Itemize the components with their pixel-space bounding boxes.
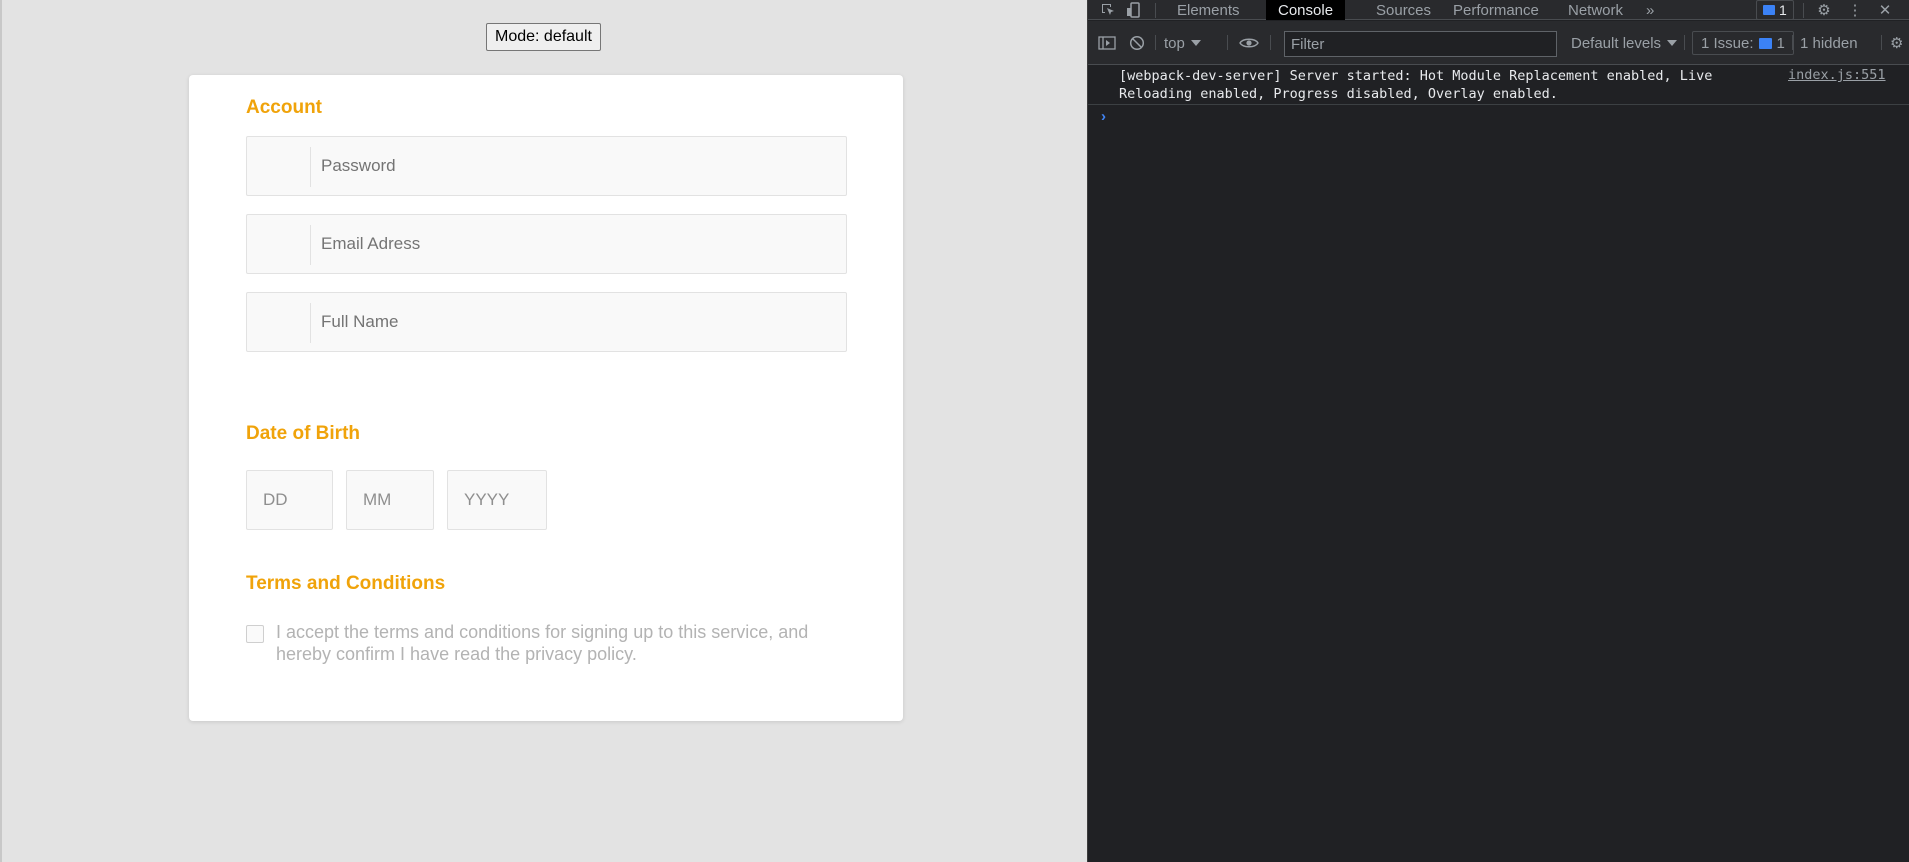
- password-placeholder: Password: [321, 156, 396, 175]
- full-name-placeholder: Full Name: [321, 312, 399, 331]
- dob-year-input[interactable]: YYYY: [447, 470, 547, 530]
- inspect-element-icon[interactable]: [1096, 0, 1120, 20]
- toolbar-divider: [1155, 35, 1156, 50]
- console-settings-gear-icon[interactable]: ⚙: [1890, 21, 1903, 65]
- more-tabs-icon[interactable]: »: [1634, 0, 1666, 20]
- chevron-down-icon: [1190, 40, 1201, 46]
- full-name-field[interactable]: Full Name: [246, 292, 847, 352]
- message-icon: [1763, 5, 1775, 15]
- context-selector-label: top: [1164, 34, 1185, 52]
- issues-count: 1: [1776, 34, 1785, 52]
- page-viewport: Mode: default Account Password Email Adr…: [0, 0, 1087, 862]
- hidden-messages-count: 1 hidden: [1800, 34, 1858, 52]
- console-prompt-icon[interactable]: ›: [1101, 108, 1106, 125]
- issues-label: 1 Issue:: [1701, 34, 1754, 52]
- full-name-icon-slot: [247, 303, 311, 343]
- terms-label: I accept the terms and conditions for si…: [276, 622, 809, 664]
- email-field[interactable]: Email Adress: [246, 214, 847, 274]
- issue-icon: [1758, 37, 1772, 49]
- dob-day-input[interactable]: DD: [246, 470, 333, 530]
- log-levels-label: Default levels: [1571, 34, 1662, 52]
- tab-console[interactable]: Console: [1266, 0, 1346, 20]
- mode-button[interactable]: Mode: default: [486, 23, 601, 51]
- password-field[interactable]: Password: [246, 136, 847, 196]
- email-icon-slot: [247, 225, 311, 265]
- tab-performance[interactable]: Performance: [1441, 0, 1551, 20]
- more-options-icon[interactable]: ⋮: [1843, 0, 1867, 20]
- toolbar-divider: [1155, 3, 1156, 18]
- toolbar-divider: [1227, 35, 1228, 50]
- toolbar-divider: [1792, 35, 1793, 50]
- console-message: [webpack-dev-server] Server started: Hot…: [1119, 68, 1713, 102]
- devtools-panel: Elements Console Sources Performance Net…: [1087, 0, 1909, 862]
- toolbar-divider: [1803, 3, 1804, 18]
- dob-section-title: Date of Birth: [246, 423, 360, 444]
- console-filter-input[interactable]: Filter: [1284, 31, 1557, 57]
- messages-badge[interactable]: 1: [1756, 0, 1794, 20]
- chevron-down-icon: [1667, 40, 1678, 46]
- toolbar-divider: [1270, 35, 1271, 50]
- sidebar-toggle-icon[interactable]: [1098, 21, 1116, 65]
- email-placeholder: Email Adress: [321, 234, 421, 253]
- console-log-entry: [webpack-dev-server] Server started: Hot…: [1088, 65, 1909, 105]
- toolbar-divider: [1881, 35, 1882, 50]
- password-icon-slot: [247, 147, 311, 187]
- messages-count: 1: [1779, 2, 1787, 18]
- console-toolbar: top Filter Default levels 1 Issue: 1 1 h…: [1088, 21, 1909, 65]
- tab-sources[interactable]: Sources: [1364, 0, 1443, 20]
- account-section-title: Account: [246, 97, 322, 118]
- device-toolbar-icon[interactable]: [1122, 0, 1146, 20]
- tab-elements[interactable]: Elements: [1165, 0, 1252, 20]
- terms-section-title: Terms and Conditions: [246, 573, 446, 594]
- dob-month-input[interactable]: MM: [346, 470, 434, 530]
- terms-checkbox[interactable]: [246, 625, 264, 643]
- console-source-link[interactable]: index.js:551: [1788, 67, 1886, 83]
- issues-button[interactable]: 1 Issue: 1: [1692, 31, 1794, 55]
- devtools-tabbar: Elements Console Sources Performance Net…: [1088, 0, 1909, 20]
- toolbar-divider: [1684, 35, 1685, 50]
- log-levels-dropdown[interactable]: Default levels: [1571, 21, 1678, 65]
- tab-network[interactable]: Network: [1556, 0, 1635, 20]
- clear-console-icon[interactable]: [1129, 21, 1145, 65]
- settings-gear-icon[interactable]: ⚙: [1812, 0, 1836, 20]
- close-icon[interactable]: ✕: [1873, 0, 1897, 20]
- context-selector[interactable]: top: [1164, 21, 1201, 65]
- signup-form-card: Account Password Email Adress Full Name …: [189, 75, 903, 721]
- live-expression-eye-icon[interactable]: [1239, 21, 1259, 65]
